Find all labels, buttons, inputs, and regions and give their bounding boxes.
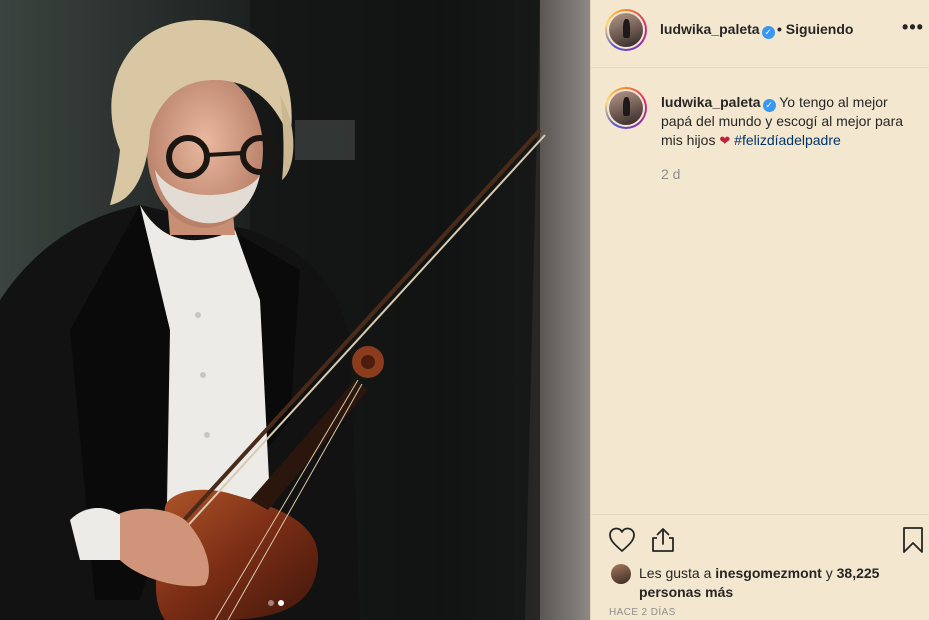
caption-verified-badge-icon: ✓: [762, 99, 776, 112]
likes-connector: y: [825, 565, 833, 581]
post-header: ludwika_paleta ✓ • Siguiendo •••: [591, 0, 929, 68]
author-username-text[interactable]: ludwika_paleta: [660, 21, 760, 37]
author-avatar-image: [609, 13, 643, 47]
share-icon[interactable]: [648, 525, 678, 555]
likes-prefix: Les gusta a: [639, 565, 712, 581]
caption-avatar-image: [609, 91, 643, 125]
bookmark-save-icon[interactable]: [898, 525, 928, 555]
caption-author-avatar[interactable]: [605, 87, 647, 129]
post-photo[interactable]: [0, 0, 590, 620]
post-date[interactable]: HACE 2 DÍAS: [609, 607, 676, 618]
likes-summary: Les gusta a inesgomezmont y 38,225 perso…: [639, 564, 909, 602]
actions-bar: Les gusta a inesgomezmont y 38,225 perso…: [591, 514, 929, 620]
caption-hashtag[interactable]: #felizdíadelpadre: [734, 132, 841, 148]
carousel-indicator: [268, 600, 284, 608]
separator-dot: •: [777, 21, 782, 37]
liker-username[interactable]: inesgomezmont: [715, 565, 822, 581]
caption-username[interactable]: ludwika_paleta: [661, 94, 761, 110]
following-button[interactable]: Siguiendo: [786, 21, 854, 37]
author-username[interactable]: ludwika_paleta ✓: [660, 21, 775, 39]
carousel-dot-2[interactable]: [278, 600, 284, 606]
follow-status[interactable]: • Siguiendo: [777, 21, 853, 37]
post-side-panel: ludwika_paleta ✓ • Siguiendo ••• ludwika_…: [590, 0, 929, 620]
like-heart-icon[interactable]: [607, 525, 637, 555]
verified-badge-icon: ✓: [761, 26, 775, 39]
author-avatar[interactable]: [605, 9, 647, 51]
caption-timestamp[interactable]: 2 d: [661, 166, 680, 182]
more-options-icon[interactable]: •••: [900, 14, 926, 40]
post-caption: ludwika_paleta ✓ Yo tengo al mejor papá d…: [661, 93, 911, 150]
photo-illustration: [0, 0, 590, 620]
heart-emoji-icon: ❤: [719, 133, 731, 148]
liker-avatar[interactable]: [611, 564, 631, 584]
carousel-dot-1[interactable]: [268, 600, 274, 606]
